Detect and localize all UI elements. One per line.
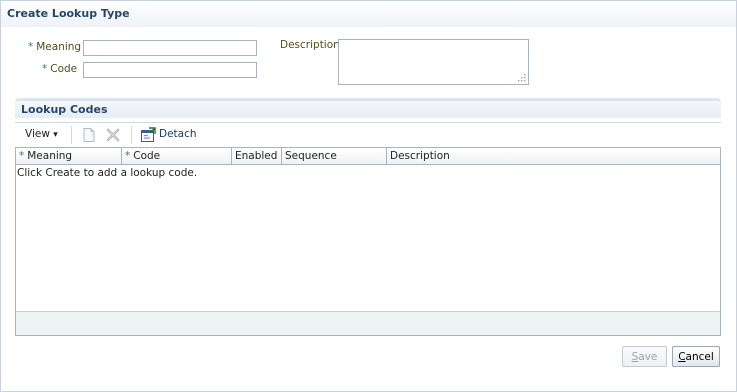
meaning-label: * Meaning bbox=[28, 41, 81, 53]
save-button[interactable]: Save bbox=[622, 346, 667, 367]
view-menu[interactable]: View ▾ bbox=[25, 128, 58, 140]
detach-button[interactable]: Detach bbox=[159, 128, 197, 140]
table-footer bbox=[16, 311, 720, 335]
toolbar-separator bbox=[131, 126, 132, 144]
column-header-label: Code bbox=[133, 150, 161, 162]
column-header-label: Description bbox=[390, 150, 450, 162]
dialog-title: Create Lookup Type bbox=[1, 1, 736, 27]
lookup-codes-table: * Meaning * Code Enabled Sequence Descript… bbox=[15, 147, 721, 336]
column-header-label: Sequence bbox=[285, 150, 337, 162]
new-document-icon[interactable] bbox=[81, 127, 97, 143]
column-header-sequence[interactable]: Sequence bbox=[282, 148, 387, 164]
description-label: Description bbox=[280, 39, 340, 51]
column-header-label: Enabled bbox=[235, 150, 278, 162]
detach-icon[interactable] bbox=[140, 127, 156, 143]
required-mark: * bbox=[19, 150, 25, 162]
table-header: * Meaning * Code Enabled Sequence Descript… bbox=[16, 148, 720, 165]
toolbar-separator bbox=[71, 126, 72, 144]
code-input[interactable] bbox=[83, 62, 257, 78]
empty-table-message: Click Create to add a lookup code. bbox=[17, 167, 198, 179]
meaning-label-text: Meaning bbox=[36, 41, 82, 53]
cancel-button[interactable]: Cancel bbox=[672, 346, 720, 367]
lookup-codes-header: Lookup Codes bbox=[15, 98, 721, 118]
resize-grip-icon[interactable] bbox=[517, 73, 526, 82]
cancel-mnemonic: C bbox=[678, 350, 686, 363]
column-header-label: Meaning bbox=[27, 150, 73, 162]
column-header-meaning[interactable]: * Meaning bbox=[16, 148, 122, 164]
cancel-label: ancel bbox=[685, 350, 714, 363]
required-mark: * bbox=[125, 150, 131, 162]
code-label-text: Code bbox=[50, 63, 78, 75]
view-menu-label: View bbox=[25, 128, 50, 140]
required-mark: * bbox=[42, 63, 48, 75]
code-label: * Code bbox=[42, 63, 77, 75]
column-header-description[interactable]: Description bbox=[387, 148, 720, 164]
column-header-code[interactable]: * Code bbox=[122, 148, 232, 164]
save-label: ave bbox=[638, 350, 658, 363]
description-field bbox=[338, 39, 529, 85]
chevron-down-icon: ▾ bbox=[53, 130, 58, 140]
section-divider bbox=[15, 122, 721, 123]
column-header-enabled[interactable]: Enabled bbox=[232, 148, 282, 164]
description-textarea[interactable] bbox=[338, 39, 529, 85]
required-mark: * bbox=[28, 41, 34, 53]
create-lookup-type-dialog: Create Lookup Type * Meaning * Code Descri… bbox=[0, 0, 737, 392]
lookup-codes-toolbar: View ▾ Detach bbox=[15, 124, 721, 146]
meaning-input[interactable] bbox=[83, 40, 257, 56]
delete-x-icon[interactable] bbox=[105, 127, 121, 143]
